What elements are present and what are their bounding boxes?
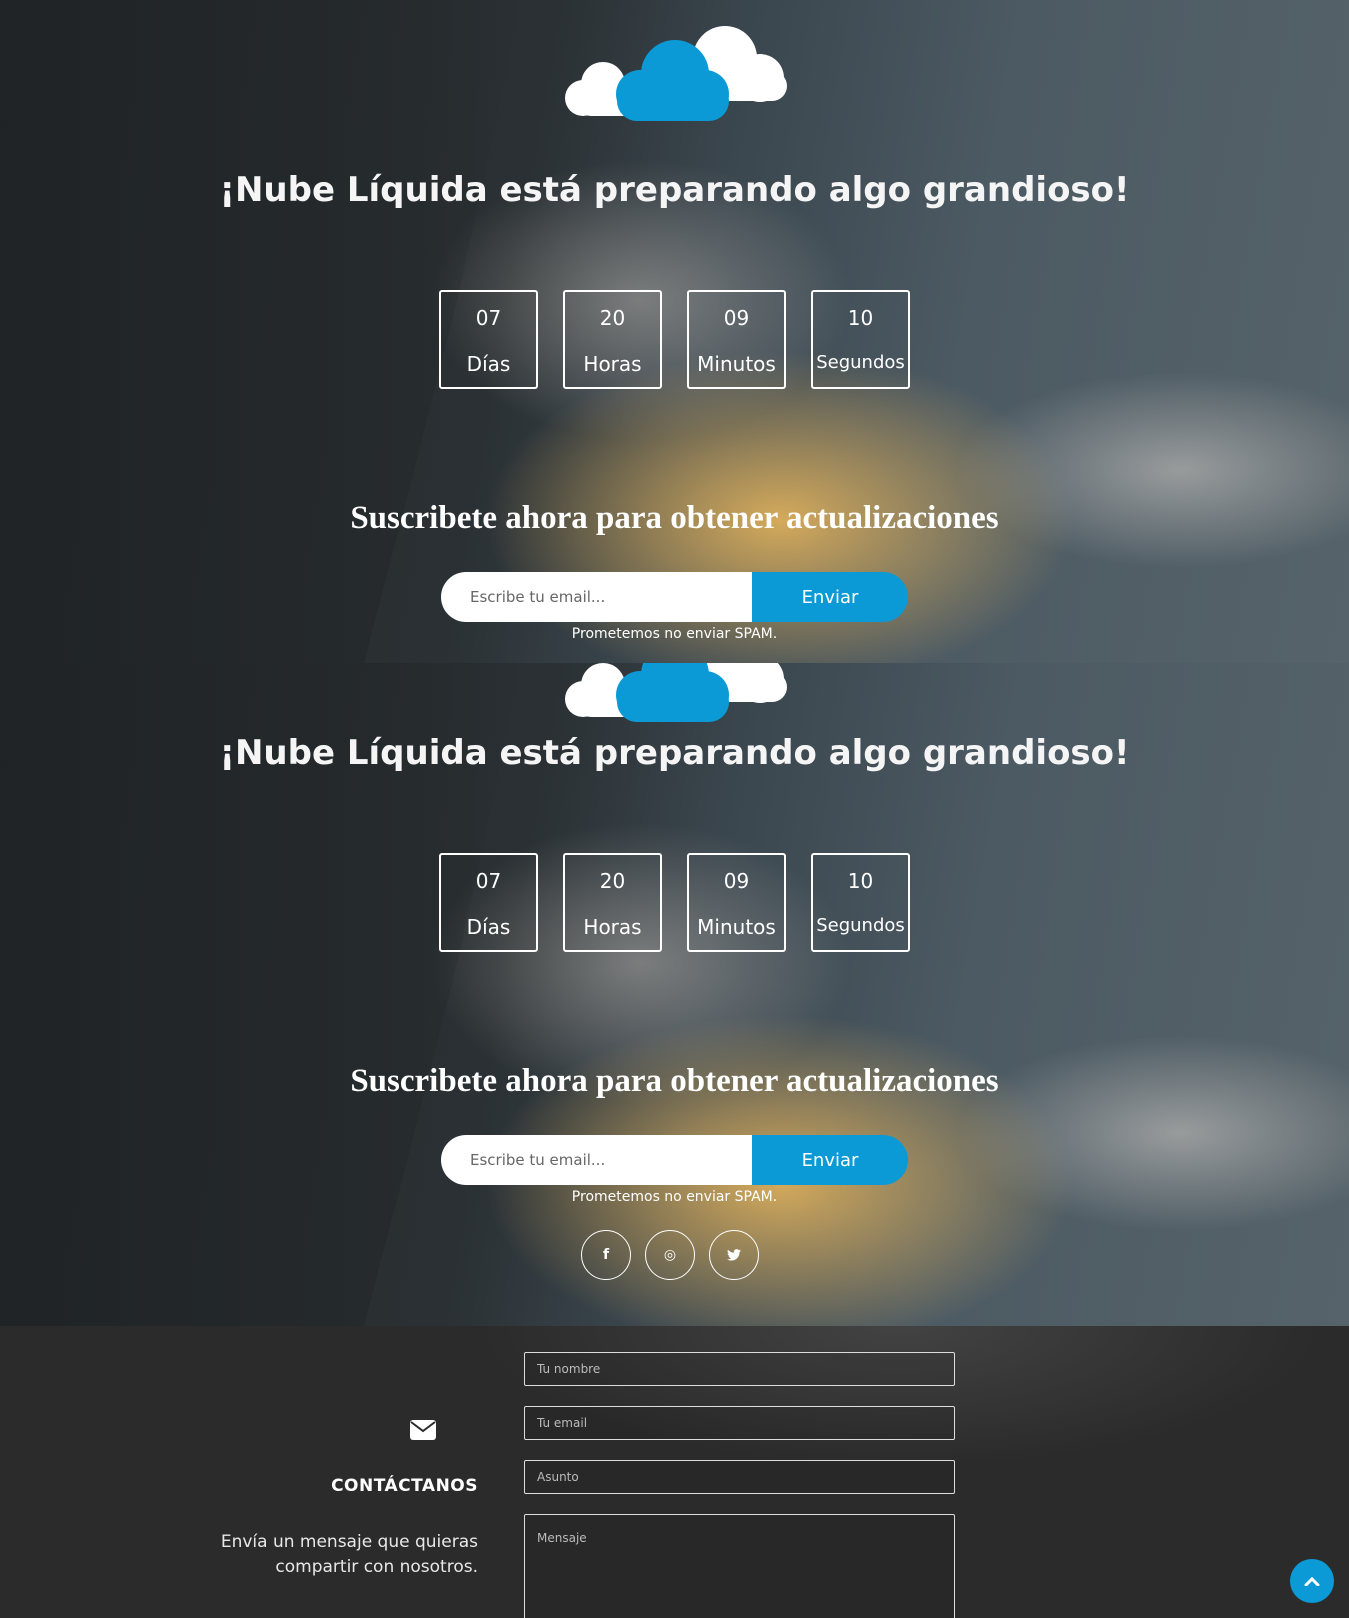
page-headline: ¡Nube Líquida está preparando algo grand… bbox=[219, 733, 1130, 773]
facebook-icon[interactable]: f bbox=[581, 1230, 631, 1280]
cloud-logo-icon bbox=[565, 663, 787, 722]
countdown-seconds: 10 Segundos bbox=[811, 290, 910, 389]
contact-title: CONTÁCTANOS bbox=[331, 1476, 478, 1496]
subscribe-email-input[interactable] bbox=[441, 572, 752, 622]
countdown-label: Días bbox=[466, 352, 511, 376]
countdown-seconds: 10 Segundos bbox=[811, 853, 910, 952]
countdown-label: Minutos bbox=[697, 915, 776, 939]
countdown-value: 10 bbox=[847, 306, 874, 330]
chevron-up-icon bbox=[1304, 1576, 1320, 1586]
social-links: f ◎ bbox=[581, 1230, 759, 1280]
envelope-icon bbox=[410, 1420, 436, 1440]
subscribe-send-button[interactable]: Enviar bbox=[752, 572, 908, 622]
contact-message-field[interactable] bbox=[524, 1514, 955, 1618]
subscribe-title: Suscribete ahora para obtener actualizac… bbox=[350, 500, 999, 536]
countdown-hours: 20 Horas bbox=[563, 853, 662, 952]
scroll-to-top-button[interactable] bbox=[1290, 1559, 1334, 1603]
countdown-value: 09 bbox=[723, 869, 750, 893]
page-headline: ¡Nube Líquida está preparando algo grand… bbox=[219, 170, 1130, 210]
contact-subject-field[interactable] bbox=[524, 1460, 955, 1494]
countdown-label: Segundos bbox=[816, 352, 905, 373]
subscribe-send-button[interactable]: Enviar bbox=[752, 1135, 908, 1185]
countdown-value: 20 bbox=[599, 306, 626, 330]
contact-name-field[interactable] bbox=[524, 1352, 955, 1386]
subscribe-title: Suscribete ahora para obtener actualizac… bbox=[350, 1063, 999, 1099]
countdown-value: 09 bbox=[723, 306, 750, 330]
countdown-minutes: 09 Minutos bbox=[687, 290, 786, 389]
instagram-icon[interactable]: ◎ bbox=[645, 1230, 695, 1280]
countdown-days: 07 Días bbox=[439, 853, 538, 952]
cloud-logo-icon bbox=[565, 26, 787, 121]
subscribe-email-input[interactable] bbox=[441, 1135, 752, 1185]
countdown-label: Horas bbox=[583, 352, 642, 376]
countdown-label: Segundos bbox=[816, 915, 905, 936]
contact-description: Envía un mensaje que quieras compartir c… bbox=[220, 1532, 478, 1577]
countdown-label: Minutos bbox=[697, 352, 776, 376]
hero-section-2: ¡Nube Líquida está preparando algo grand… bbox=[0, 663, 1349, 1326]
subscribe-form: Enviar bbox=[441, 572, 908, 622]
no-spam-note: Prometemos no enviar SPAM. bbox=[571, 626, 778, 642]
countdown-hours: 20 Horas bbox=[563, 290, 662, 389]
no-spam-note: Prometemos no enviar SPAM. bbox=[571, 1189, 778, 1205]
twitter-icon[interactable] bbox=[709, 1230, 759, 1280]
countdown-days: 07 Días bbox=[439, 290, 538, 389]
countdown-value: 10 bbox=[847, 869, 874, 893]
countdown-label: Horas bbox=[583, 915, 642, 939]
countdown-label: Días bbox=[466, 915, 511, 939]
countdown-value: 20 bbox=[599, 869, 626, 893]
countdown-value: 07 bbox=[475, 869, 502, 893]
hero-section-1: ¡Nube Líquida está preparando algo grand… bbox=[0, 0, 1349, 663]
countdown-value: 07 bbox=[475, 306, 502, 330]
subscribe-form: Enviar bbox=[441, 1135, 908, 1185]
countdown-timer: 07 Días 20 Horas 09 Minutos 10 Segundos bbox=[439, 853, 910, 952]
countdown-minutes: 09 Minutos bbox=[687, 853, 786, 952]
contact-email-field[interactable] bbox=[524, 1406, 955, 1440]
countdown-timer: 07 Días 20 Horas 09 Minutos 10 Segundos bbox=[439, 290, 910, 389]
